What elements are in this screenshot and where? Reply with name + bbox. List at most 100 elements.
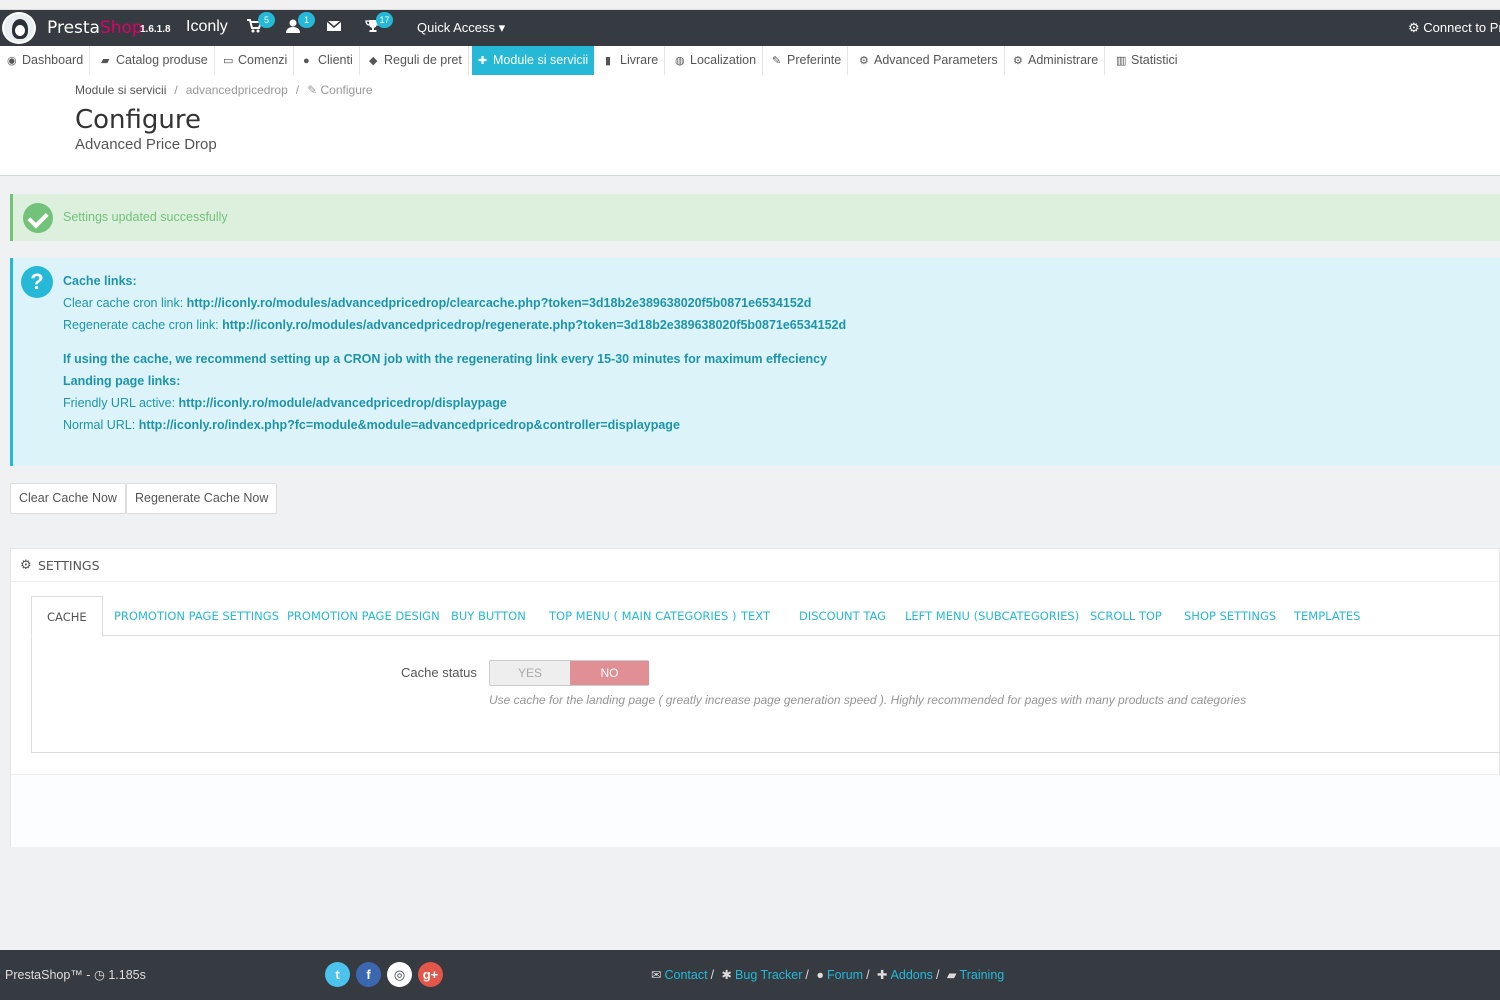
google-plus-icon[interactable]: g+	[418, 962, 443, 987]
envelope-icon: ✉	[651, 968, 662, 982]
normal-url-link[interactable]: http://iconly.ro/index.php?fc=module&mod…	[139, 418, 680, 432]
footer-info: PrestaShop™ - ◷ 1.185s	[5, 968, 146, 982]
tab-cache[interactable]: Cache	[31, 596, 103, 637]
clear-cache-button[interactable]: Clear Cache Now	[10, 483, 126, 514]
tab-promotion-page-settings[interactable]: Promotion page settings	[114, 596, 279, 636]
nav-item-localization[interactable]: ◍ Localization	[669, 46, 764, 75]
friendly-url-link[interactable]: http://iconly.ro/module/advancedpricedro…	[179, 396, 507, 410]
top-header-bar: PrestaShop 1.6.1.8 Iconly 5 1 17 Quick A…	[0, 10, 1500, 46]
page-header: Module si servicii / advancedpricedrop / ✎ C…	[0, 75, 1500, 176]
brand-name[interactable]: PrestaShop	[47, 18, 143, 38]
panel-heading-title: Settings	[38, 558, 100, 573]
truck-icon: ▮	[605, 55, 612, 67]
shop-name-link[interactable]: Iconly	[186, 18, 228, 36]
credit-card-icon: ▭	[223, 55, 234, 67]
nav-item-modules[interactable]: ✚ Module si servicii	[472, 46, 595, 75]
cogs-icon: ⚙	[20, 557, 32, 572]
tags-icon: ◆	[369, 55, 378, 67]
clear-cache-line: Clear cache cron link: http://iconly.ro/…	[63, 296, 812, 310]
panel-heading: ⚙ Settings	[11, 549, 1500, 582]
footer-contact-link[interactable]: Contact	[664, 968, 707, 982]
tab-promotion-page-design[interactable]: Promotion page design	[287, 596, 440, 636]
clock-icon: ◷	[93, 968, 105, 982]
check-circle-icon	[23, 203, 53, 233]
orders-badge: 5	[258, 12, 275, 28]
friendly-url-line: Friendly URL active: http://iconly.ro/mo…	[63, 396, 507, 410]
footer-links: ✉ Contact / ✱ Bug Tracker / ● Forum / ✚ Addons /…	[651, 968, 1005, 982]
cache-help-text: Use cache for the landing page ( greatly…	[489, 693, 1247, 707]
landing-links-title: Landing page links:	[63, 374, 181, 388]
version-label: 1.6.1.8	[140, 24, 171, 35]
breadcrumb-module-name[interactable]: advancedpricedrop	[186, 83, 288, 97]
tab-scroll-top[interactable]: Scroll top	[1090, 596, 1162, 636]
trophy-badge: 17	[376, 12, 393, 28]
footer-training-link[interactable]: Training	[960, 968, 1005, 982]
nav-item-advanced-parameters[interactable]: ⚙ Advanced Parameters	[853, 46, 1005, 75]
github-icon[interactable]: ◎	[387, 962, 412, 987]
question-circle-icon: ?	[21, 266, 53, 298]
tab-discount-tag[interactable]: Discount tag	[799, 596, 886, 636]
prestashop-logo-icon[interactable]	[2, 12, 36, 44]
nav-item-shipping[interactable]: ▮ Livrare	[599, 46, 666, 75]
dashboard-icon: ◉	[7, 55, 17, 67]
book-icon: ▰	[101, 55, 110, 67]
users-icon: ●	[303, 55, 310, 67]
puzzle-icon: ✚	[478, 55, 488, 67]
puzzle-icon: ✚	[877, 968, 888, 982]
tab-strip: Cache Promotion page settings Promotion …	[31, 596, 1500, 637]
switch-no-option[interactable]: NO	[570, 661, 649, 685]
bar-chart-icon: ▥	[1116, 55, 1127, 67]
footer-forum-link[interactable]: Forum	[827, 968, 863, 982]
success-message: Settings updated successfully	[63, 210, 228, 224]
cron-recommendation: If using the cache, we recommend setting…	[63, 352, 828, 366]
quick-access-dropdown[interactable]: Quick Access ▾	[417, 20, 505, 36]
twitter-icon[interactable]: t	[325, 962, 350, 987]
nav-item-price-rules[interactable]: ◆ Reguli de pret	[363, 46, 469, 75]
tab-shop-settings[interactable]: Shop settings	[1184, 596, 1276, 636]
wrench-icon: ✎	[772, 55, 782, 67]
regenerate-cache-line: Regenerate cache cron link: http://iconl…	[63, 318, 847, 332]
footer-bug-tracker-link[interactable]: Bug Tracker	[735, 968, 802, 982]
regenerate-cache-button[interactable]: Regenerate Cache Now	[126, 483, 278, 514]
nav-item-customers[interactable]: ● Clienti	[297, 46, 360, 75]
nav-item-administration[interactable]: ⚙ Administrare	[1007, 46, 1106, 75]
load-time: 1.185s	[108, 968, 146, 982]
panel-footer	[11, 775, 1500, 847]
breadcrumb-modules[interactable]: Module si servicii	[75, 83, 166, 97]
cache-status-label: Cache status	[401, 665, 477, 680]
cog-icon: ⚙	[1013, 55, 1023, 67]
settings-panel: ⚙ Settings Cache Promotion page settings…	[10, 548, 1500, 847]
nav-item-stats[interactable]: ▥ Statistici	[1110, 46, 1184, 75]
clear-cache-link[interactable]: http://iconly.ro/modules/advancedpricedr…	[187, 296, 812, 310]
tab-templates[interactable]: Templates	[1294, 596, 1360, 636]
success-alert: Settings updated successfully	[10, 194, 1500, 241]
tab-left-menu[interactable]: Left menu (subcategories)	[905, 596, 1079, 636]
switch-yes-option[interactable]: YES	[490, 661, 570, 685]
tab-buy-button[interactable]: Buy button	[451, 596, 526, 636]
cache-status-switch[interactable]: YES NO	[489, 660, 649, 686]
book-icon: ▰	[946, 968, 957, 982]
nav-item-catalog[interactable]: ▰ Catalog produse	[95, 46, 215, 75]
facebook-icon[interactable]: f	[356, 962, 381, 987]
breadcrumb: Module si servicii / advancedpricedrop / ✎ C…	[75, 83, 373, 97]
cogs-icon: ⚙	[859, 55, 869, 67]
connect-icon: ⚙	[1408, 20, 1420, 35]
globe-icon: ◍	[675, 55, 685, 67]
page-subtitle: Advanced Price Drop	[75, 136, 217, 153]
envelope-icon[interactable]	[326, 18, 344, 38]
nav-item-preferences[interactable]: ✎ Preferinte	[766, 46, 849, 75]
regenerate-cache-link[interactable]: http://iconly.ro/modules/advancedpricedr…	[222, 318, 846, 332]
tab-top-menu[interactable]: Top menu ( main categories )	[549, 596, 736, 636]
page-footer: PrestaShop™ - ◷ 1.185s t f ◎ g+ ✉ Contact…	[0, 950, 1500, 1000]
main-navigation: ◉ Dashboard ▰ Catalog produse ▭ Comenzi ● Cl…	[0, 46, 1500, 75]
wrench-icon: ✎	[307, 83, 321, 97]
customers-badge: 1	[298, 12, 315, 28]
footer-addons-link[interactable]: Addons	[891, 968, 933, 982]
normal-url-line: Normal URL: http://iconly.ro/index.php?f…	[63, 418, 680, 432]
tab-text[interactable]: Text	[741, 596, 770, 636]
connect-link[interactable]: ⚙ Connect to Pr	[1408, 20, 1500, 36]
nav-item-dashboard[interactable]: ◉ Dashboard	[1, 46, 91, 75]
breadcrumb-configure: Configure	[320, 83, 373, 97]
nav-item-orders[interactable]: ▭ Comenzi	[217, 46, 295, 75]
cache-links-title: Cache links:	[63, 274, 137, 288]
